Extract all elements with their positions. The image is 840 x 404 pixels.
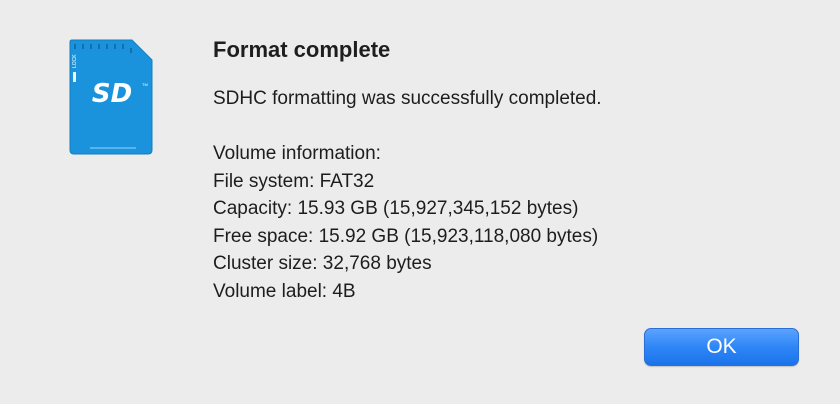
volume-info: Volume information: File system: FAT32 C… xyxy=(213,140,813,305)
sd-card-logo-text: SD xyxy=(92,79,132,109)
dialog-title: Format complete xyxy=(213,37,391,62)
cluster-size-line: Cluster size: 32,768 bytes xyxy=(213,253,432,274)
format-complete-dialog: LOCK SD TM Format complete SDHC formatti… xyxy=(0,0,840,404)
file-system-line: File system: FAT32 xyxy=(213,170,375,192)
sd-tm-label: TM xyxy=(142,82,148,87)
volume-info-heading: Volume information: xyxy=(213,143,381,164)
dialog-content: Format complete SDHC formatting was succ… xyxy=(213,36,813,305)
volume-label-line: Volume label: 4B xyxy=(213,280,356,302)
dialog-message: SDHC formatting was successfully complet… xyxy=(213,88,602,109)
capacity-line: Capacity: 15.93 GB (15,927,345,152 bytes… xyxy=(213,198,579,219)
sd-lock-label: LOCK xyxy=(72,54,78,68)
sd-card-icon: LOCK SD TM xyxy=(69,39,153,155)
ok-button[interactable]: OK xyxy=(644,328,799,366)
free-space-line: Free space: 15.92 GB (15,923,118,080 byt… xyxy=(213,225,599,247)
